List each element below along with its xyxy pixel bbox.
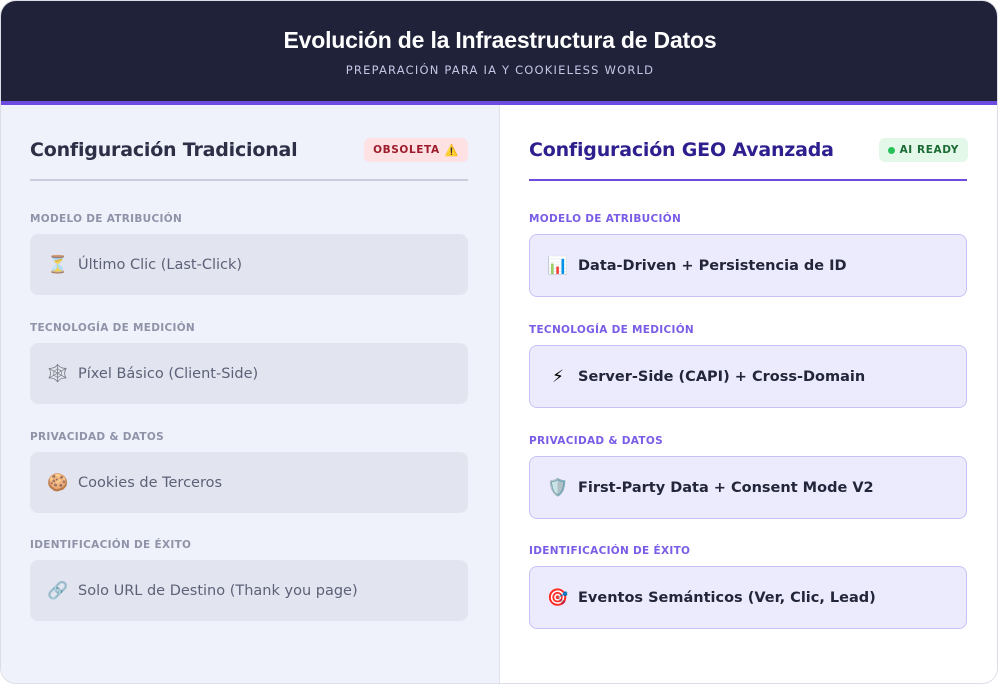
header: Evolución de la Infraestructura de Datos…: [1, 1, 997, 105]
section-label: MODELO DE ATRIBUCIÓN: [529, 213, 682, 225]
page-title: Evolución de la Infraestructura de Datos: [283, 27, 717, 53]
traditional-section-measurement: TECNOLOGÍA DE MEDICIÓN 🕸️ Píxel Básico (…: [30, 322, 468, 404]
hourglass-icon: ⏳: [47, 254, 69, 275]
lightning-icon: ⚡: [552, 366, 564, 387]
shield-icon: 🛡️: [547, 477, 569, 498]
comparison-card: Evolución de la Infraestructura de Datos…: [0, 0, 998, 684]
traditional-column: Configuración Tradicional OBSOLETA ⚠️ MO…: [1, 105, 500, 683]
advanced-section-attribution: MODELO DE ATRIBUCIÓN 📊 Data-Driven + Per…: [529, 213, 967, 297]
section-box: 🎯 Eventos Semánticos (Ver, Clic, Lead): [529, 566, 967, 629]
obsolete-badge-label: OBSOLETA: [373, 144, 440, 156]
section-box: 🕸️ Píxel Básico (Client-Side): [30, 343, 468, 404]
section-box: ⏳ Último Clic (Last-Click): [30, 234, 468, 295]
advanced-section-measurement: TECNOLOGÍA DE MEDICIÓN ⚡ Server-Side (CA…: [529, 324, 967, 408]
section-label: PRIVACIDAD & DATOS: [30, 431, 164, 443]
status-dot-icon: [887, 146, 895, 154]
section-box: 📊 Data-Driven + Persistencia de ID: [529, 234, 967, 297]
warning-icon: ⚠️: [444, 143, 459, 157]
section-value: Solo URL de Destino (Thank you page): [78, 582, 358, 599]
ai-ready-label: AI READY: [899, 144, 959, 156]
traditional-section-success: IDENTIFICACIÓN DE ÉXITO 🔗 Solo URL de De…: [30, 539, 468, 621]
traditional-divider: [30, 179, 468, 181]
traditional-section-attribution: MODELO DE ATRIBUCIÓN ⏳ Último Clic (Last…: [30, 213, 468, 295]
link-icon: 🔗: [47, 580, 69, 601]
target-icon: 🎯: [547, 587, 569, 608]
section-box: 🍪 Cookies de Terceros: [30, 452, 468, 513]
section-label: IDENTIFICACIÓN DE ÉXITO: [529, 545, 691, 557]
section-label: TECNOLOGÍA DE MEDICIÓN: [30, 322, 196, 334]
advanced-section-success: IDENTIFICACIÓN DE ÉXITO 🎯 Eventos Semánt…: [529, 545, 967, 629]
page-subtitle: PREPARACIÓN PARA IA Y COOKIELESS WORLD: [345, 63, 655, 77]
advanced-divider: [529, 179, 967, 181]
section-box: 🔗 Solo URL de Destino (Thank you page): [30, 560, 468, 621]
section-label: PRIVACIDAD & DATOS: [529, 435, 663, 447]
section-value: Server-Side (CAPI) + Cross-Domain: [578, 368, 866, 385]
section-value: Último Clic (Last-Click): [78, 256, 243, 273]
traditional-title: Configuración Tradicional: [30, 139, 298, 161]
section-label: MODELO DE ATRIBUCIÓN: [30, 213, 183, 225]
section-box: ⚡ Server-Side (CAPI) + Cross-Domain: [529, 345, 967, 408]
section-box: 🛡️ First-Party Data + Consent Mode V2: [529, 456, 967, 519]
obsolete-badge: OBSOLETA ⚠️: [364, 138, 468, 162]
section-label: TECNOLOGÍA DE MEDICIÓN: [529, 324, 695, 336]
advanced-column: Configuración GEO Avanzada AI READY MODE…: [500, 105, 997, 683]
cookie-icon: 🍪: [47, 472, 69, 493]
bar-chart-icon: 📊: [547, 255, 569, 276]
section-value: Píxel Básico (Client-Side): [78, 365, 259, 382]
traditional-section-privacy: PRIVACIDAD & DATOS 🍪 Cookies de Terceros: [30, 431, 468, 513]
ai-ready-badge: AI READY: [878, 138, 968, 162]
advanced-section-privacy: PRIVACIDAD & DATOS 🛡️ First-Party Data +…: [529, 435, 967, 519]
section-value: Cookies de Terceros: [78, 474, 223, 491]
section-label: IDENTIFICACIÓN DE ÉXITO: [30, 539, 192, 551]
section-value: Data-Driven + Persistencia de ID: [578, 257, 847, 274]
advanced-title: Configuración GEO Avanzada: [529, 139, 834, 161]
section-value: First-Party Data + Consent Mode V2: [578, 479, 874, 496]
spiderweb-icon: 🕸️: [47, 363, 69, 384]
section-value: Eventos Semánticos (Ver, Clic, Lead): [578, 589, 876, 606]
